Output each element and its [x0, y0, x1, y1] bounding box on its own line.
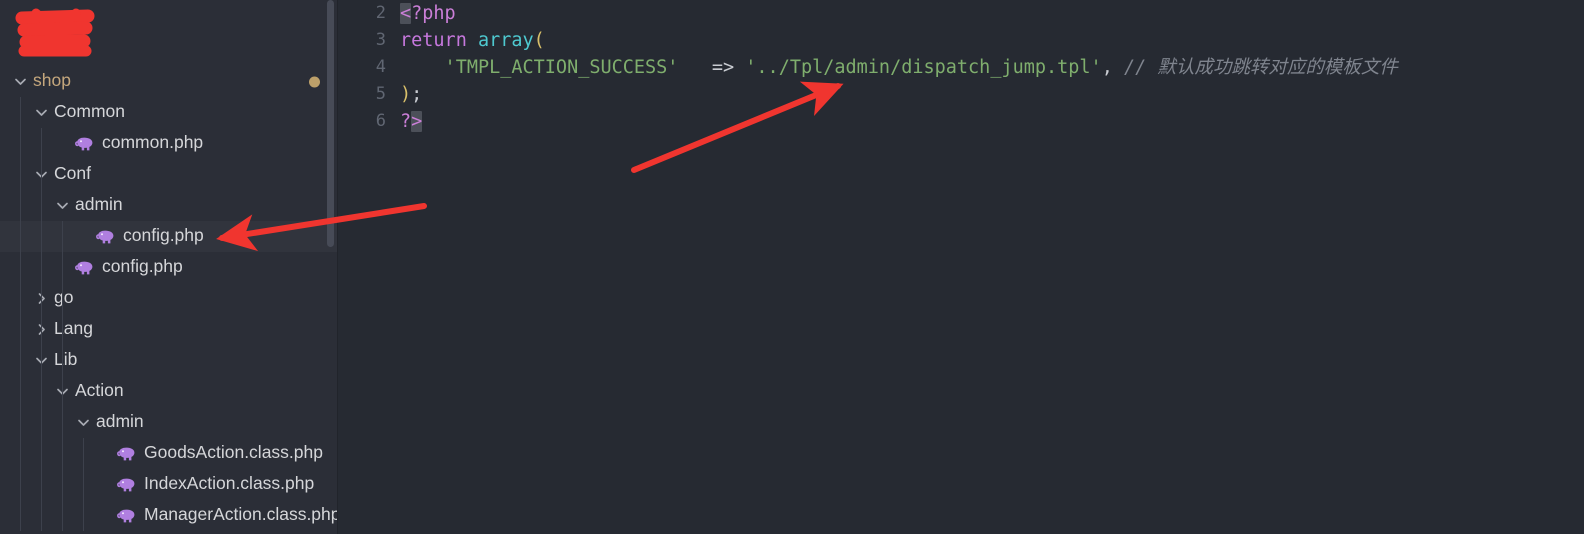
project-status-dot: [309, 76, 320, 87]
tree-item-label: shop: [33, 70, 71, 90]
chevron-down-icon[interactable]: [75, 414, 92, 431]
tree-item-config-php[interactable]: config.php: [0, 221, 338, 252]
php-file-icon: [96, 229, 116, 246]
tree-item-lib[interactable]: Lib: [0, 345, 338, 376]
line-text: <?php: [400, 0, 456, 27]
line-number: 6: [375, 111, 386, 131]
code-token: =>: [678, 57, 746, 78]
tree-item-label: Common: [54, 101, 125, 121]
tree-item-lang[interactable]: Lang: [0, 314, 338, 345]
tree-item-common-php[interactable]: common.php: [0, 128, 338, 159]
code-token: return: [400, 30, 467, 51]
code-token: (: [533, 30, 545, 51]
file-tree[interactable]: shop Common common.php Conf admin config.php c…: [0, 66, 338, 531]
tree-item-label: config.php: [102, 256, 183, 276]
tree-item-goodsaction-class-php[interactable]: GoodsAction.class.php: [0, 438, 338, 469]
php-file-icon: [75, 136, 95, 153]
code-token: ): [400, 84, 412, 105]
tree-item-admin[interactable]: admin: [0, 190, 338, 221]
tree-item-config-php[interactable]: config.php: [0, 252, 338, 283]
tree-item-manageraction-class-php[interactable]: ManagerAction.class.php: [0, 500, 338, 531]
code-token: ;: [411, 84, 423, 105]
php-file-icon: [117, 446, 137, 463]
tree-item-label: Conf: [54, 163, 91, 183]
code-token: 默认成功跳转对应的模板文件: [1157, 57, 1398, 78]
line-number: 3: [375, 30, 386, 50]
line-number: 2: [375, 3, 386, 23]
code-line[interactable]: 2 <?php: [338, 0, 1584, 27]
code-editor[interactable]: 2 <?php 3 return array(4 'TMPL_ACTION_SUCCE…: [338, 0, 1584, 534]
tree-item-common[interactable]: Common: [0, 97, 338, 128]
tree-item-label: go: [54, 287, 74, 307]
indent-guide: [83, 438, 84, 531]
code-token: ?: [400, 111, 412, 132]
tree-item-label: admin: [96, 411, 144, 431]
ide-window: shop Common common.php Conf admin config.php c…: [0, 0, 1584, 534]
php-file-icon: [117, 477, 137, 494]
tree-item-action[interactable]: Action: [0, 376, 338, 407]
code-token: ?php: [411, 3, 456, 24]
line-text: );: [400, 81, 422, 108]
code-token: //: [1112, 57, 1158, 78]
tree-item-go[interactable]: go: [0, 283, 338, 314]
tree-item-conf[interactable]: Conf: [0, 159, 338, 190]
tree-item-admin[interactable]: admin: [0, 407, 338, 438]
code-token: >: [411, 111, 423, 132]
code-line[interactable]: 4 'TMPL_ACTION_SUCCESS' => '../Tpl/admin…: [338, 54, 1584, 81]
tree-item-label: config.php: [123, 225, 204, 245]
php-file-icon: [117, 508, 137, 525]
code-token: 'TMPL_ACTION_SUCCESS': [400, 57, 679, 78]
tree-item-label: admin: [75, 194, 123, 214]
line-number: 4: [375, 57, 386, 77]
chevron-down-icon[interactable]: [33, 104, 50, 121]
tree-item-shop[interactable]: shop: [0, 66, 338, 97]
tree-item-label: GoodsAction.class.php: [144, 442, 323, 462]
project-tree-panel: shop Common common.php Conf admin config.php c…: [0, 0, 338, 534]
code-token: '../Tpl/admin/dispatch_jump.tpl': [745, 57, 1102, 78]
code-token: array: [477, 30, 534, 51]
indent-guide: [41, 128, 42, 531]
php-file-icon: [75, 260, 95, 277]
code-line[interactable]: 3 return array(: [338, 27, 1584, 54]
line-number: 5: [375, 84, 386, 104]
chevron-down-icon[interactable]: [12, 73, 29, 90]
tree-item-label: IndexAction.class.php: [144, 473, 315, 493]
tree-item-indexaction-class-php[interactable]: IndexAction.class.php: [0, 469, 338, 500]
code-token: ,: [1101, 57, 1113, 78]
tree-item-label: Action: [75, 380, 124, 400]
code-content[interactable]: 2 <?php 3 return array(4 'TMPL_ACTION_SUCCE…: [338, 0, 1584, 135]
indent-guide: [20, 97, 21, 531]
indent-guide: [62, 221, 63, 531]
line-text: ?>: [400, 108, 423, 135]
code-line[interactable]: 6 ?>: [338, 108, 1584, 135]
line-text: return array(: [400, 27, 545, 54]
sidebar-scrollbar[interactable]: [327, 0, 334, 247]
tree-item-label: Lang: [54, 318, 93, 338]
tree-item-label: Lib: [54, 349, 78, 369]
code-line[interactable]: 5);: [338, 81, 1584, 108]
code-token: <: [400, 3, 412, 24]
tree-item-label: common.php: [102, 132, 204, 152]
line-text: 'TMPL_ACTION_SUCCESS' => '../Tpl/admin/d…: [400, 54, 1398, 81]
tree-item-label: ManagerAction.class.php: [144, 504, 338, 524]
redaction-scribble: [14, 6, 96, 58]
chevron-down-icon[interactable]: [54, 197, 71, 214]
